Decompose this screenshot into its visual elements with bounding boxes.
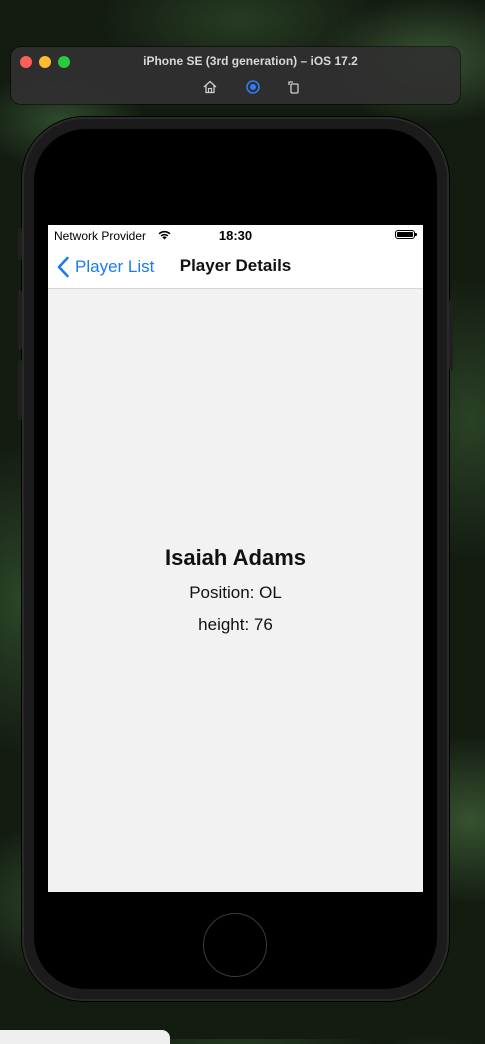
page-title: Player Details <box>179 256 292 275</box>
volume-up-button <box>18 290 22 350</box>
player-name: Isaiah Adams <box>164 545 307 570</box>
status-time: 18:30 <box>218 228 253 243</box>
battery-icon <box>395 230 417 239</box>
home-button[interactable] <box>203 913 267 977</box>
player-detail: Isaiah Adams Position: OL height: 76 <box>48 545 423 647</box>
player-height: height: 76 <box>198 615 273 634</box>
simulator-toolbar <box>191 79 311 97</box>
player-position: Position: OL <box>189 583 282 602</box>
status-bar: Network Provider 18:30 <box>48 225 423 245</box>
volume-down-button <box>18 360 22 420</box>
navigation-bar: Player List Player Details <box>48 245 423 289</box>
rotate-icon[interactable] <box>286 79 302 95</box>
home-icon[interactable] <box>202 79 218 95</box>
app-screen: Network Provider 18:30 Player List Playe… <box>48 225 423 892</box>
mute-switch <box>18 228 22 260</box>
power-button <box>449 300 453 370</box>
screenshot-icon[interactable] <box>245 79 261 95</box>
window-edge <box>0 1030 170 1044</box>
simulator-title: iPhone SE (3rd generation) – iOS 17.2 <box>143 54 358 68</box>
simulator-titlebar: iPhone SE (3rd generation) – iOS 17.2 <box>11 47 460 104</box>
